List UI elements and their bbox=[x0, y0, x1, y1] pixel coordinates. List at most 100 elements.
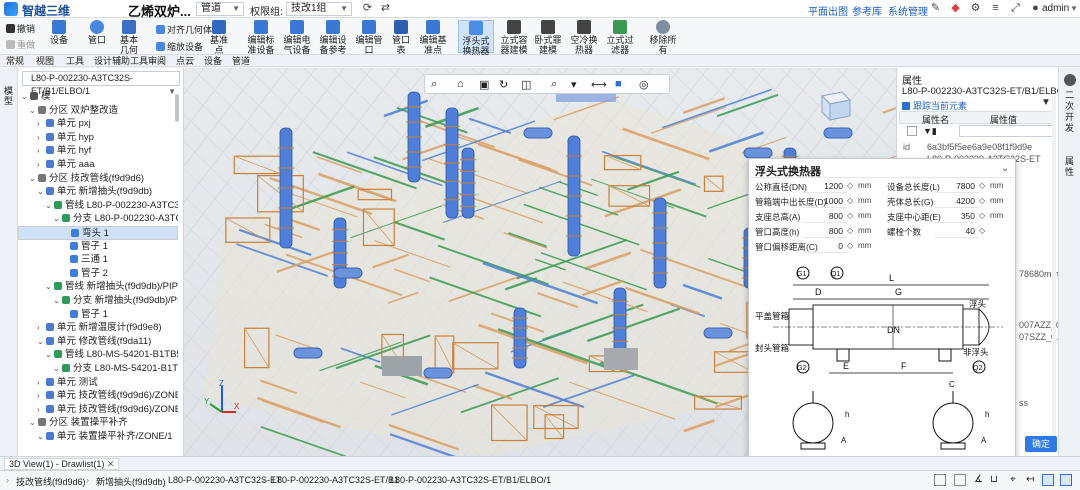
render-mode-icon[interactable]: ■ bbox=[615, 78, 622, 90]
edit-electrical-equipment-button[interactable]: 编辑电气设备 bbox=[282, 20, 312, 55]
search-icon[interactable]: ⌕ bbox=[551, 78, 557, 91]
tree-item[interactable]: 管子 1 bbox=[18, 240, 178, 254]
tree-item[interactable]: › 单元 hyp bbox=[18, 131, 178, 145]
floating-head-exchanger-button[interactable]: 浮头式换热器 bbox=[458, 20, 494, 56]
user-name[interactable]: admin bbox=[1042, 3, 1069, 14]
property-filter-icon[interactable]: ▼ bbox=[1041, 97, 1051, 108]
chevron-down-icon[interactable]: › bbox=[37, 144, 46, 158]
tab-piping[interactable]: 管道 bbox=[232, 55, 250, 67]
tree-item[interactable]: ⌄ 分区 双炉整改造 bbox=[18, 104, 178, 118]
confirm-button[interactable]: 确定 bbox=[1025, 436, 1057, 452]
expand-icon[interactable]: ⤢ bbox=[1010, 3, 1021, 14]
spinner-icon[interactable]: ◇ bbox=[847, 211, 853, 220]
chevron-down-icon[interactable]: › bbox=[37, 389, 46, 403]
property-row-checkbox[interactable] bbox=[907, 126, 917, 136]
chevron-down-icon[interactable]: ⌄ bbox=[53, 362, 62, 376]
field-input[interactable]: 1000 bbox=[807, 196, 843, 206]
tab-view[interactable]: 视图 bbox=[36, 55, 54, 67]
chevron-down-icon[interactable]: › bbox=[37, 131, 46, 145]
property-value-filter[interactable] bbox=[959, 125, 1055, 137]
tree-item[interactable]: ⌄ 单元 装置操平补齐/ZONE/1 bbox=[18, 430, 178, 444]
tree-item[interactable]: ⌄ 分支 新增抽头(f9d9db)/PIPE/1/B1 bbox=[18, 294, 178, 308]
chevron-down-icon[interactable]: ⌄ bbox=[37, 185, 46, 199]
ruler-icon[interactable]: ⊔ bbox=[990, 474, 998, 485]
air-cooler-button[interactable]: 空冷换热器 bbox=[568, 20, 600, 55]
dialog-collapse-icon[interactable]: ⌄ bbox=[1001, 163, 1009, 174]
chevron-down-icon[interactable]: ⌄ bbox=[45, 280, 54, 294]
align-geometry-button[interactable]: 对齐几何体 bbox=[156, 23, 212, 36]
vertical-filter-button[interactable]: 立式过滤器 bbox=[604, 20, 636, 55]
tree-path-select[interactable]: L80-P-002230-A3TC32S-ET/B1/ELBO/1 ▼ bbox=[22, 71, 180, 96]
property-dock-tab[interactable]: 属性 bbox=[1065, 156, 1075, 178]
spinner-icon[interactable]: ◇ bbox=[847, 181, 853, 190]
tree-item[interactable]: › 单元 pxj bbox=[18, 117, 178, 131]
tab-design-aid[interactable]: 设计辅助工具 bbox=[94, 55, 148, 67]
user-caret-icon[interactable]: ▼ bbox=[1070, 4, 1078, 13]
help-icon[interactable] bbox=[1064, 74, 1076, 86]
remove-all-button[interactable]: 移除所有 bbox=[646, 20, 680, 55]
tab-review[interactable]: 审阅 bbox=[148, 55, 166, 67]
filter-icon[interactable]: ▾ bbox=[571, 78, 577, 91]
view-cube[interactable] bbox=[816, 88, 854, 122]
angle-icon[interactable]: ∡ bbox=[974, 474, 983, 485]
spinner-icon[interactable]: ◇ bbox=[979, 226, 985, 235]
chevron-down-icon[interactable]: › bbox=[37, 158, 46, 172]
link-system-admin[interactable]: 系统管理 bbox=[888, 3, 928, 18]
dev-dock-tab[interactable]: 二次开发 bbox=[1065, 90, 1075, 134]
home-icon[interactable]: ⌂ bbox=[457, 78, 464, 90]
edit-nozzle-button[interactable]: 编辑管口 bbox=[354, 20, 384, 55]
spinner-icon[interactable]: ◇ bbox=[847, 226, 853, 235]
spinner-icon[interactable]: ◇ bbox=[847, 241, 853, 250]
orbit-icon[interactable]: ◎ bbox=[639, 78, 649, 91]
spinner-icon[interactable]: ◇ bbox=[979, 196, 985, 205]
horizontal-vessel-button[interactable]: 卧式罪建模 bbox=[532, 20, 564, 55]
breadcrumb-item[interactable]: 技改管线(f9d9d6) bbox=[16, 475, 86, 488]
discipline-select[interactable]: 管道 ▼ bbox=[196, 2, 244, 16]
chevron-down-icon[interactable]: › bbox=[37, 321, 46, 335]
tree-item[interactable]: ⌄ 分支 L80-MS-54201-B1TB51-HC/ bbox=[18, 362, 178, 376]
chevron-down-icon[interactable]: ⌄ bbox=[29, 172, 38, 186]
spinner-icon[interactable]: ◇ bbox=[979, 181, 985, 190]
chevron-down-icon[interactable]: ⌄ bbox=[45, 199, 54, 213]
property-scrollbar[interactable] bbox=[1052, 96, 1056, 436]
chevron-down-icon[interactable]: ⌄ bbox=[29, 416, 38, 430]
toggle-view-icon[interactable] bbox=[1042, 474, 1054, 486]
tree-item[interactable]: ⌄ 管线 新增抽头(f9d9db)/PIPE/1 bbox=[18, 280, 178, 294]
model-dock-tab[interactable]: 模型 bbox=[4, 86, 14, 106]
tree-item[interactable]: › 单元 hyf bbox=[18, 144, 178, 158]
chevron-down-icon[interactable]: › bbox=[37, 376, 46, 390]
edit-std-equipment-button[interactable]: 编辑标准设备 bbox=[246, 20, 276, 55]
edit-datum-point-button[interactable]: 编辑基准点 bbox=[418, 20, 448, 55]
wrench-icon[interactable]: ✎ bbox=[930, 3, 941, 14]
tree-item[interactable]: › 单元 技改管线(f9d9d6)/ZONE/1 bbox=[18, 389, 178, 403]
tree-item[interactable]: › 单元 技改管线(f9d9d6)/ZONE/2 bbox=[18, 403, 178, 417]
datum-point-button[interactable]: 基准点 bbox=[208, 20, 230, 55]
link-plan-drawing[interactable]: 平面出图 bbox=[808, 3, 848, 18]
aim-icon[interactable]: ⌖ bbox=[1010, 474, 1016, 485]
tab-3d-view[interactable]: 3D View(1) - Drawlist(1) ✕ bbox=[4, 458, 120, 470]
zoom-icon[interactable]: ⌕ bbox=[431, 78, 437, 91]
tree-item[interactable]: ⌄ 管线 L80-P-002230-A3TC32S-ET bbox=[18, 199, 178, 213]
redo-button[interactable]: 重做 bbox=[6, 38, 35, 51]
rotate-icon[interactable]: ↻ bbox=[499, 78, 508, 91]
tab-tools[interactable]: 工具 bbox=[66, 55, 84, 67]
chevron-down-icon[interactable]: › bbox=[37, 403, 46, 417]
section-icon[interactable]: ◫ bbox=[521, 78, 531, 91]
tree-item[interactable]: ⌄ 单元 新增抽头(f9d9db) bbox=[18, 185, 178, 199]
chevron-down-icon[interactable]: ⌄ bbox=[53, 212, 62, 226]
scale-equipment-button[interactable]: 缩放设备 bbox=[156, 40, 203, 53]
nozzle-button[interactable]: 管口 bbox=[86, 20, 108, 45]
tree-item[interactable]: ⌄ 分区 装置操平补齐 bbox=[18, 416, 178, 430]
gear-icon[interactable]: ⚙ bbox=[970, 3, 981, 14]
field-input[interactable]: 0 bbox=[807, 241, 843, 251]
tree-item[interactable]: 三通 1 bbox=[18, 253, 178, 267]
tree-item[interactable]: ⌄ 分支 L80-P-002230-A3TC32S-ET/ bbox=[18, 212, 178, 226]
tree-item[interactable]: ⌄ 管线 L80-MS-54201-B1TB51-HC bbox=[18, 348, 178, 362]
chevron-down-icon[interactable]: ⌄ bbox=[37, 430, 46, 444]
field-input[interactable]: 4200 bbox=[939, 196, 975, 206]
tree-item[interactable]: ⌄ 单元 修改管线(f9da11) bbox=[18, 335, 178, 349]
equipment-button[interactable]: 设备 bbox=[48, 20, 70, 45]
chevron-down-icon[interactable]: ⌄ bbox=[37, 335, 46, 349]
tab-equipment[interactable]: 设备 bbox=[204, 55, 222, 67]
tree-item[interactable]: › 单元 新增温度计(f9d9e8) bbox=[18, 321, 178, 335]
